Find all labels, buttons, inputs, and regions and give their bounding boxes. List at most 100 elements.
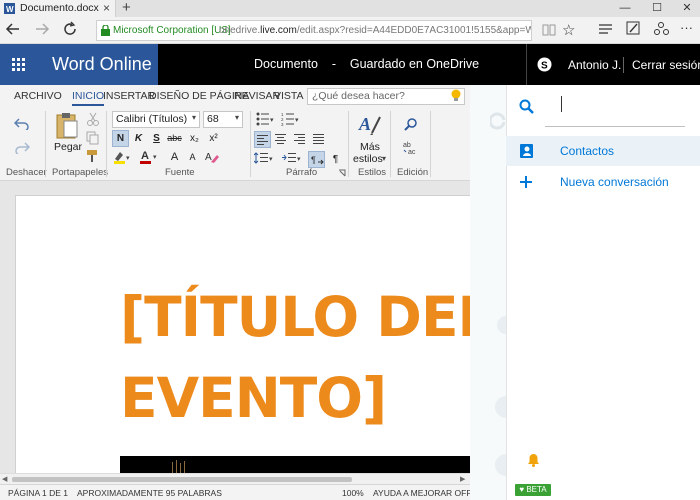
copy-icon[interactable] (86, 131, 100, 145)
line-spacing-icon[interactable]: ▾ (254, 152, 274, 165)
web-note-icon[interactable] (626, 21, 641, 36)
address-bar[interactable]: Microsoft Corporation [US] onedrive.live… (96, 20, 532, 41)
find-icon[interactable] (404, 118, 417, 131)
bold-button[interactable]: N (112, 130, 129, 147)
share-icon[interactable] (654, 21, 669, 36)
close-tab-icon[interactable]: × (103, 1, 110, 15)
underline-button[interactable]: S (148, 130, 165, 147)
styles-icon[interactable]: A (358, 111, 382, 139)
highlight-icon[interactable]: ▾ (113, 150, 133, 164)
superscript-button[interactable]: x² (205, 130, 222, 147)
skype-new-conversation[interactable]: Nueva conversación (560, 175, 669, 189)
align-right-button[interactable] (292, 131, 309, 148)
font-color-icon[interactable]: A ▾ (140, 149, 160, 164)
paragraph-settings-icon[interactable] (338, 169, 346, 177)
justify-button[interactable] (311, 131, 328, 148)
plus-icon[interactable] (519, 175, 533, 189)
tab-insert[interactable]: INSERTAR (103, 90, 155, 102)
app-brand[interactable]: Word Online (38, 44, 158, 85)
numbering-icon[interactable]: 1 2 3 ▾ (281, 112, 301, 126)
chevron-down-icon[interactable]: ▾ (382, 154, 386, 163)
bullets-icon[interactable]: ▾ (256, 112, 276, 126)
ghost-circle-icon (495, 454, 506, 476)
svg-text:▾: ▾ (270, 117, 274, 124)
notification-bell-icon[interactable] (527, 453, 540, 467)
format-painter-icon[interactable] (86, 149, 100, 163)
align-left-button[interactable] (254, 131, 271, 148)
tab-file[interactable]: ARCHIVO (14, 90, 62, 102)
svg-text:W: W (6, 5, 14, 14)
italic-button[interactable]: K (130, 130, 147, 147)
app-launcher-icon[interactable] (0, 44, 38, 85)
grow-font-button[interactable]: A (166, 149, 183, 166)
lightbulb-icon[interactable] (451, 89, 461, 103)
paste-label[interactable]: Pegar (54, 141, 82, 153)
skype-button[interactable]: S (526, 44, 560, 85)
search-caret[interactable] (561, 96, 562, 112)
tab-view[interactable]: VISTA (274, 90, 304, 102)
new-tab-icon[interactable]: + (122, 0, 131, 16)
search-icon[interactable] (519, 99, 534, 114)
certificate-org: Microsoft Corporation [US] (113, 25, 231, 36)
replace-icon[interactable]: ab ac (403, 141, 419, 155)
align-center-button[interactable] (273, 131, 290, 148)
shrink-font-button[interactable]: A (184, 149, 201, 166)
maximize-icon[interactable]: ☐ (642, 0, 672, 17)
help-improve-link[interactable]: AYUDA A MEJORAR OFFI (373, 488, 474, 498)
skype-search-input[interactable] (545, 126, 685, 127)
hub-icon[interactable] (598, 22, 613, 36)
sign-out-link[interactable]: Cerrar sesión (632, 58, 700, 72)
scrollbar-thumb[interactable] (12, 477, 352, 482)
more-icon[interactable]: ··· (680, 20, 693, 35)
group-label-clipboard: Portapapeles (52, 167, 108, 178)
strikethrough-button[interactable]: abc (166, 130, 183, 147)
header-image[interactable] (120, 456, 470, 473)
clear-formatting-icon[interactable]: A (205, 150, 219, 163)
forward-arrow-icon[interactable] (34, 21, 50, 37)
minimize-icon[interactable]: — (610, 0, 640, 17)
tell-me-search[interactable]: ¿Qué desea hacer? (307, 88, 465, 105)
event-title-line-1[interactable]: [TÍTULO DEL (120, 285, 470, 349)
ltr-button[interactable]: ¶ (308, 151, 325, 168)
horizontal-scrollbar[interactable]: ◀ ▶ (0, 473, 470, 484)
paste-icon[interactable] (55, 112, 79, 140)
subscript-button[interactable]: x₂ (186, 130, 203, 147)
chevron-down-icon: ▾ (234, 113, 239, 122)
show-formatting-button[interactable]: ¶ (327, 151, 344, 168)
browser-tab[interactable]: W Documento.docx - Micr × (0, 0, 116, 17)
group-label-editing: Edición (397, 167, 429, 178)
ghost-refresh-icon (490, 112, 506, 130)
zoom-level[interactable]: 100% (342, 488, 364, 498)
skype-contacts-label[interactable]: Contactos (560, 144, 614, 158)
indent-icon[interactable]: ▾ (281, 152, 303, 165)
document-page[interactable]: [TÍTULO DEL EVENTO] (15, 195, 470, 473)
document-title[interactable]: Documento - Guardado en OneDrive (254, 57, 479, 71)
more-styles-label-2[interactable]: estilos (353, 153, 383, 165)
lock-icon (101, 25, 110, 36)
tab-home[interactable]: INICIO (72, 90, 105, 106)
ghost-circle-icon (497, 316, 506, 334)
redo-icon[interactable] (14, 140, 30, 154)
url-text: onedrive.live.com/edit.aspx?resid=A44EDD… (219, 25, 532, 36)
font-name-select[interactable]: Calibri (Títulos) ▾ (112, 111, 200, 128)
more-styles-label[interactable]: Más (360, 141, 380, 153)
reading-view-icon[interactable] (542, 23, 556, 37)
svg-text:▾: ▾ (126, 155, 130, 162)
svg-text:ab: ab (403, 142, 411, 149)
favorite-star-icon[interactable]: ☆ (562, 21, 575, 39)
user-name[interactable]: Antonio J. (568, 58, 621, 72)
window-close-icon[interactable]: ✕ (672, 0, 700, 17)
document-canvas[interactable]: [TÍTULO DEL EVENTO] (0, 181, 470, 473)
browser-tab-strip: W Documento.docx - Micr × + — ☐ ✕ (0, 0, 700, 17)
undo-icon[interactable] (14, 116, 30, 130)
scroll-right-icon[interactable]: ▶ (460, 475, 465, 483)
group-separator (430, 111, 431, 177)
back-arrow-icon[interactable] (5, 21, 21, 37)
cut-icon[interactable] (86, 112, 100, 126)
scroll-left-icon[interactable]: ◀ (2, 475, 7, 483)
event-title-line-2[interactable]: EVENTO] (120, 366, 387, 430)
font-size-select[interactable]: 68 ▾ (203, 111, 243, 128)
refresh-icon[interactable] (62, 21, 78, 37)
svg-text:ac: ac (408, 149, 416, 155)
group-separator (348, 111, 349, 177)
